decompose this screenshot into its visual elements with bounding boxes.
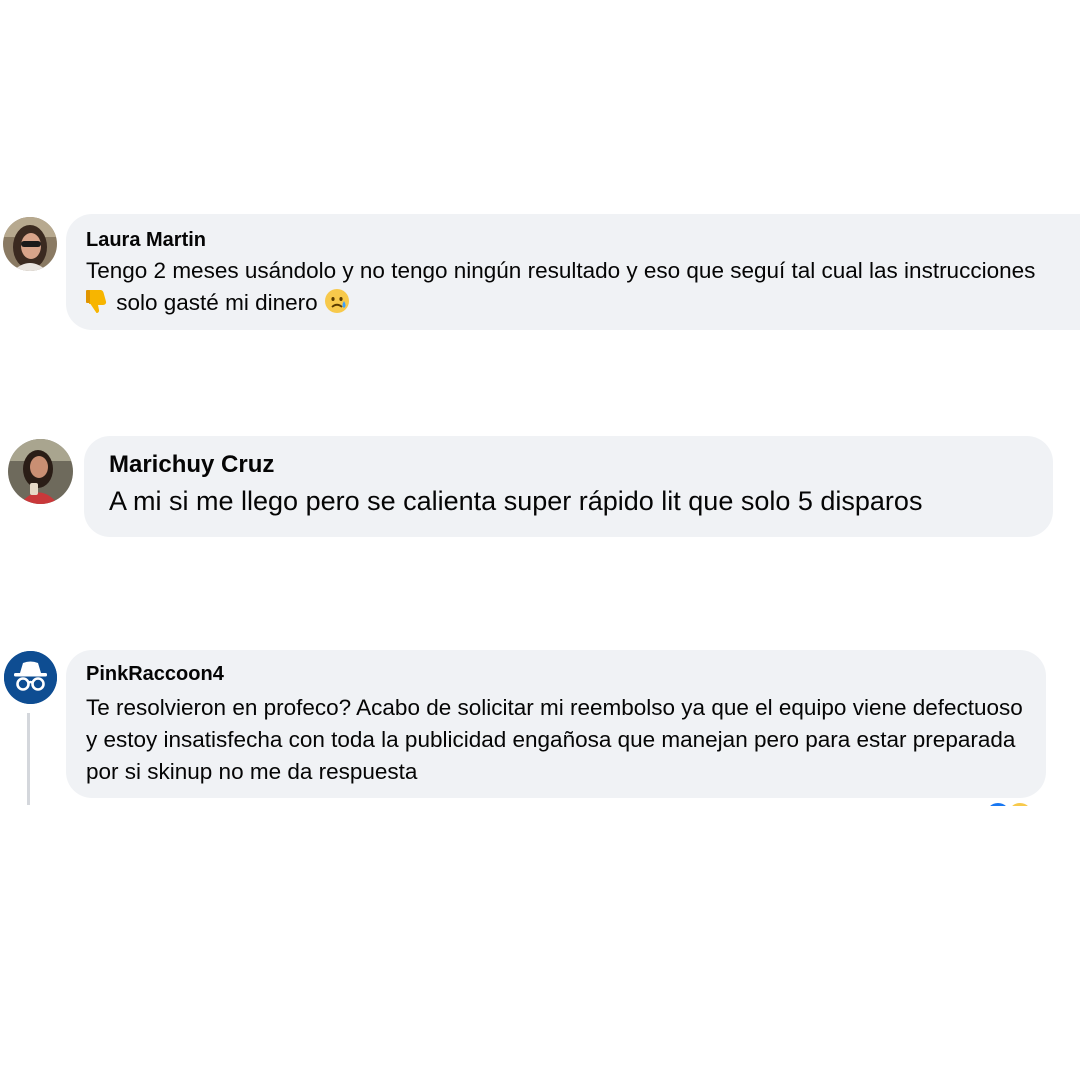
avatar[interactable] — [8, 439, 73, 504]
comment-text: A mi si me llego pero se calienta super … — [109, 486, 923, 516]
sad-tear-face-icon — [324, 288, 350, 323]
comment-bubble: Marichuy Cruz A mi si me llego pero se c… — [84, 436, 1053, 537]
comment-text: Tengo 2 meses usándolo y no tengo ningún… — [86, 255, 1046, 323]
avatar[interactable] — [3, 217, 57, 271]
comment-text-part: solo gasté mi dinero — [110, 290, 324, 315]
comment-bubble: Laura Martin Tengo 2 meses usándolo y no… — [66, 214, 1080, 330]
comment-text-part: Tengo 2 meses usándolo y no tengo ningún… — [86, 258, 1036, 283]
thumbs-down-icon — [86, 288, 110, 323]
comment-text: Te resolvieron en profeco? Acabo de soli… — [86, 695, 1023, 784]
comments-screenshot: Laura Martin Tengo 2 meses usándolo y no… — [0, 0, 1080, 1080]
avatar[interactable] — [4, 651, 57, 704]
reply-thread-line — [27, 713, 30, 805]
profile-photo-icon — [3, 217, 57, 271]
blank-area — [0, 806, 1080, 1080]
comment-author[interactable]: Marichuy Cruz — [109, 450, 1029, 480]
comment-author[interactable]: Laura Martin — [86, 228, 1080, 252]
comment-author[interactable]: PinkRaccoon4 — [86, 662, 1026, 686]
profile-photo-icon — [8, 439, 73, 504]
incognito-icon — [4, 651, 57, 704]
comment-bubble: PinkRaccoon4 Te resolvieron en profeco? … — [66, 650, 1046, 798]
